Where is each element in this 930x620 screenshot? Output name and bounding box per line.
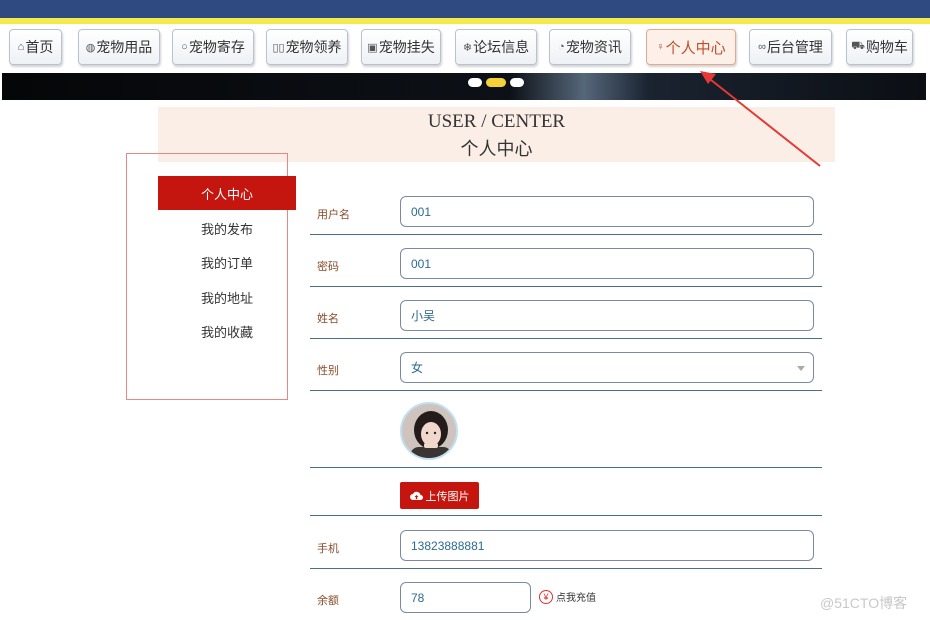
annotation-arrow <box>700 71 821 167</box>
